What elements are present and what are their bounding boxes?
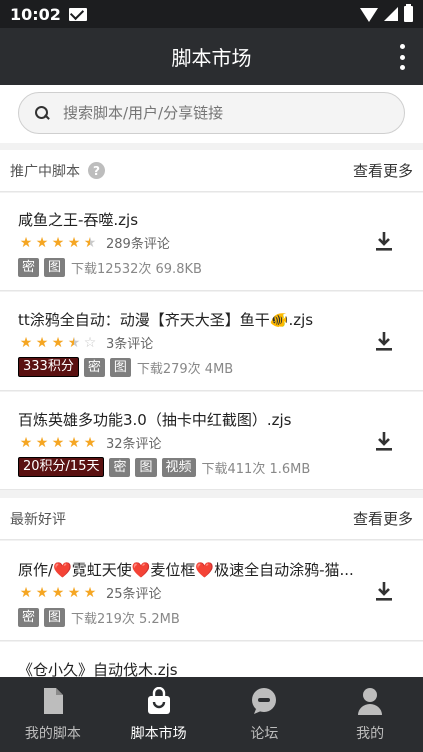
script-title: 咸鱼之王-吞噬.zjs [18, 211, 139, 229]
section-header-latest: 最新好评 查看更多 [0, 498, 423, 540]
points-badge: 20积分/15天 [18, 457, 105, 477]
star-icon: ★ [19, 584, 33, 601]
tag-encrypted: 密 [109, 457, 131, 477]
nav-item-forum[interactable]: 论坛 [212, 677, 318, 752]
script-title: 原作/❤️霓虹天使❤️麦位框❤️极速全自动涂鸦-猫... [18, 561, 354, 579]
nav-label: 论坛 [250, 726, 279, 742]
tag-video: 视频 [161, 457, 196, 477]
meta-row: 密 图 下载219次 5.2MB [18, 607, 405, 627]
status-time: 10:02 [10, 4, 61, 24]
nav-label: 我的 [356, 726, 385, 742]
app-bar: 脚本市场 [0, 28, 423, 85]
shopping-bag-icon [146, 687, 172, 715]
star-rating: ★ ★ ★ ★ ★ [18, 235, 98, 251]
star-rating: ★ ★ ★ ★ ☆ [18, 335, 98, 351]
rating-row: ★ ★ ★ ★ ☆ 3条评论 [18, 333, 405, 353]
meta-row: 密 图 下载12532次 69.8KB [18, 257, 405, 277]
review-count: 32条评论 [106, 437, 162, 452]
star-icon: ★ [67, 584, 81, 601]
script-card[interactable]: tt涂鸦全自动：动漫【齐天大圣】鱼干🐠.zjs ★ ★ ★ ★ ☆ 3条评论 333积分… [0, 292, 423, 391]
meta-row: 20积分/15天 密 图 视频 下载411次 1.6MB [18, 457, 405, 477]
half-star-icon: ★ [83, 234, 97, 251]
wifi-icon [360, 8, 378, 22]
search-icon [35, 106, 49, 120]
star-icon: ★ [51, 434, 65, 451]
star-icon: ★ [51, 334, 65, 351]
script-card[interactable]: 原作/❤️霓虹天使❤️麦位框❤️极速全自动涂鸦-猫... ★ ★ ★ ★ ★ 25条评论… [0, 541, 423, 641]
nav-item-my-scripts[interactable]: 我的脚本 [0, 677, 106, 752]
rating-row: ★ ★ ★ ★ ★ 25条评论 [18, 583, 405, 603]
script-title: tt涂鸦全自动：动漫【齐天大圣】鱼干🐠.zjs [18, 311, 314, 329]
download-icon[interactable] [373, 230, 395, 252]
download-icon[interactable] [373, 430, 395, 452]
section-title: 推广中脚本 [10, 163, 80, 180]
search-box[interactable] [18, 92, 405, 134]
download-stats: 下载411次 1.6MB [201, 461, 311, 477]
bottom-nav: 我的脚本 脚本市场 论坛 我的 [0, 677, 423, 752]
tag-encrypted: 密 [83, 357, 105, 377]
script-card[interactable]: 咸鱼之王-吞噬.zjs ★ ★ ★ ★ ★ 289条评论 密 图 下载12532次 69… [0, 193, 423, 291]
tag-image: 图 [44, 257, 66, 277]
file-icon [42, 687, 64, 715]
mail-icon [68, 7, 87, 21]
script-card[interactable]: 百炼英雄多功能3.0（抽卡中红截图）.zjs ★ ★ ★ ★ ★ 32条评论 20积分/… [0, 392, 423, 490]
see-more-link[interactable]: 查看更多 [353, 508, 413, 529]
tag-encrypted: 密 [18, 257, 40, 277]
star-icon: ★ [35, 334, 49, 351]
nav-item-profile[interactable]: 我的 [317, 677, 423, 752]
star-icon: ★ [35, 584, 49, 601]
tag-image: 图 [109, 357, 131, 377]
script-card[interactable]: 《仓小久》自动伐木.zjs [0, 642, 423, 682]
half-star-icon: ★ [67, 334, 81, 351]
more-options-icon[interactable] [399, 44, 405, 70]
search-input[interactable] [63, 104, 363, 122]
star-icon: ★ [19, 334, 33, 351]
star-icon: ★ [35, 434, 49, 451]
star-rating: ★ ★ ★ ★ ★ [18, 435, 98, 451]
star-icon: ★ [67, 234, 81, 251]
tag-encrypted: 密 [18, 607, 40, 627]
nav-label: 我的脚本 [24, 726, 81, 742]
see-more-link[interactable]: 查看更多 [353, 160, 413, 181]
download-stats: 下载279次 4MB [136, 361, 234, 377]
star-icon: ★ [67, 434, 81, 451]
download-stats: 下载12532次 69.8KB [71, 261, 202, 277]
rating-row: ★ ★ ★ ★ ★ 289条评论 [18, 233, 405, 253]
script-title: 百炼英雄多功能3.0（抽卡中红截图）.zjs [18, 411, 292, 429]
status-indicators [360, 4, 413, 22]
star-icon: ★ [83, 434, 97, 451]
nav-label: 脚本市场 [130, 726, 187, 742]
meta-row: 333积分 密 图 下载279次 4MB [18, 357, 405, 377]
download-stats: 下载219次 5.2MB [71, 611, 180, 627]
star-icon: ★ [83, 584, 97, 601]
page-title: 脚本市场 [171, 46, 252, 70]
star-icon: ★ [35, 234, 49, 251]
star-icon: ★ [19, 434, 33, 451]
battery-icon [404, 4, 413, 22]
section-title: 最新好评 [10, 511, 66, 528]
tag-image: 图 [44, 607, 66, 627]
help-icon[interactable]: ? [88, 162, 105, 179]
review-count: 3条评论 [106, 337, 154, 352]
nav-item-market[interactable]: 脚本市场 [106, 677, 212, 752]
rating-row: ★ ★ ★ ★ ★ 32条评论 [18, 433, 405, 453]
search-bar [0, 85, 423, 143]
empty-star-icon: ☆ [83, 334, 97, 351]
star-icon: ★ [51, 234, 65, 251]
points-badge: 333积分 [18, 357, 79, 377]
status-bar: 10:02 [0, 0, 423, 28]
signal-icon [384, 7, 398, 21]
star-icon: ★ [51, 584, 65, 601]
download-icon[interactable] [373, 330, 395, 352]
section-header-promoted: 推广中脚本 ? 查看更多 [0, 150, 423, 192]
review-count: 25条评论 [106, 587, 162, 602]
star-icon: ★ [19, 234, 33, 251]
download-icon[interactable] [373, 580, 395, 602]
star-rating: ★ ★ ★ ★ ★ [18, 585, 98, 601]
tag-image: 图 [135, 457, 157, 477]
review-count: 289条评论 [106, 237, 170, 252]
chat-icon [250, 687, 278, 715]
person-icon [357, 687, 383, 715]
